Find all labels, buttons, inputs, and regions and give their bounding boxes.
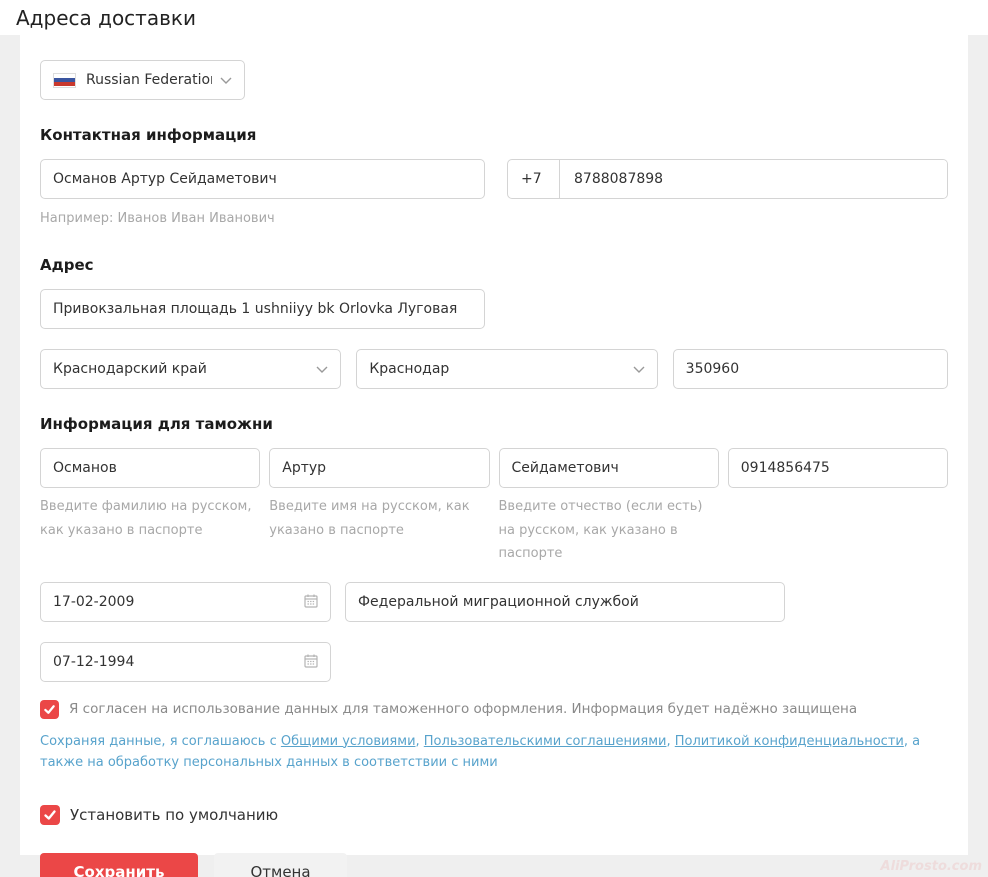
russia-flag-icon [53,73,76,88]
middle-name-hint: Введите отчество (если есть) на русском,… [499,495,719,565]
full-name-input[interactable] [40,159,485,199]
customs-consent-checkbox[interactable] [40,700,59,719]
save-button[interactable]: Сохранить [40,853,198,877]
cancel-button[interactable]: Отмена [214,853,347,877]
page-title: Адреса доставки [16,6,196,30]
legal-prefix: Сохраняя данные, я соглашаюсь с [40,734,281,749]
birth-date-input[interactable] [40,642,331,682]
page-header: Адреса доставки [0,0,988,35]
passport-number-input[interactable] [728,448,948,488]
customs-section-heading: Информация для таможни [40,415,948,433]
passport-issue-date-input[interactable] [40,582,331,622]
phone-number-input[interactable] [560,160,947,198]
page: Адреса доставки Russian Federation Конта… [0,0,988,877]
middle-name-input[interactable] [499,448,719,488]
contact-section-heading: Контактная информация [40,126,948,144]
calendar-icon[interactable] [303,653,319,669]
chevron-down-icon [633,366,645,373]
passport-issued-by-input[interactable] [345,582,785,622]
phone-field: +7 [507,159,948,199]
legal-separator: , [666,734,674,749]
first-name-hint: Введите имя на русском, как указано в па… [269,495,489,542]
address-form-card: Russian Federation Контактная информация… [20,35,968,855]
set-default-checkbox[interactable] [40,805,60,825]
region-select[interactable]: Краснодарский край [40,349,341,389]
city-select-value: Краснодар [369,361,624,377]
last-name-hint: Введите фамилию на русском, как указано … [40,495,260,542]
watermark: AliProsto.com [881,859,982,874]
address-section-heading: Адрес [40,256,948,274]
city-select[interactable]: Краснодар [356,349,657,389]
zip-code-input[interactable] [673,349,948,389]
privacy-policy-link[interactable]: Политикой конфиденциальности [675,734,904,749]
chevron-down-icon [220,77,232,84]
birth-date-field [40,642,331,682]
legal-separator: , [416,734,424,749]
passport-issue-date-field [40,582,331,622]
country-select[interactable]: Russian Federation [40,60,245,100]
street-address-input[interactable] [40,289,485,329]
user-agreement-link[interactable]: Пользовательскими соглашениями [424,734,667,749]
last-name-input[interactable] [40,448,260,488]
calendar-icon[interactable] [303,593,319,609]
first-name-input[interactable] [269,448,489,488]
region-select-value: Краснодарский край [53,361,308,377]
phone-country-code: +7 [508,160,560,198]
terms-link[interactable]: Общими условиями [281,734,416,749]
set-default-label: Установить по умолчанию [70,805,278,825]
country-select-value: Russian Federation [86,72,212,88]
customs-consent-label: Я согласен на использование данных для т… [69,700,857,719]
legal-text: Сохраняя данные, я соглашаюсь с Общими у… [40,731,925,773]
full-name-hint: Например: Иванов Иван Иванович [40,207,485,230]
chevron-down-icon [316,366,328,373]
